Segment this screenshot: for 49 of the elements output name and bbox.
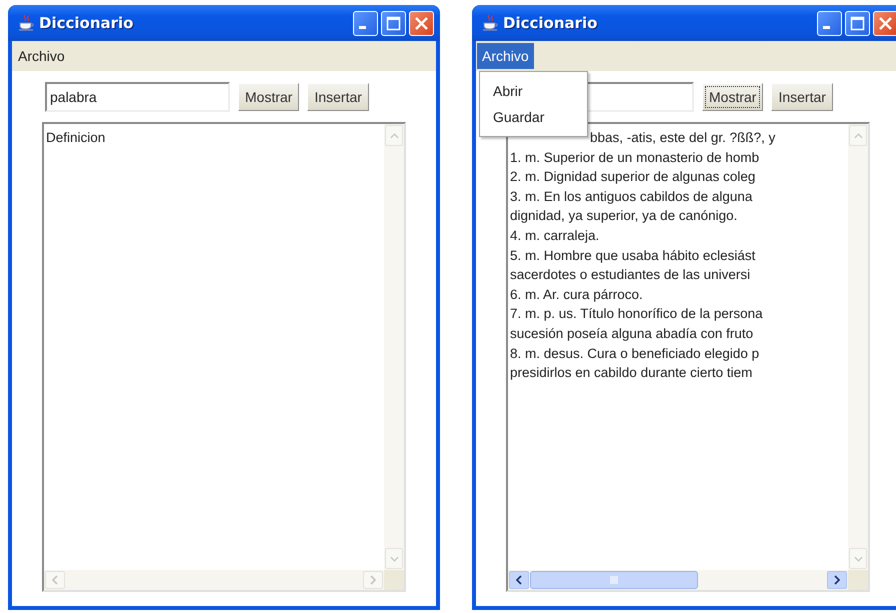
action-button[interactable]: Insertar [307, 83, 369, 111]
chevron-left-icon [516, 575, 522, 585]
definition-line: Definicion [46, 129, 106, 147]
chevron-left-icon [52, 575, 58, 585]
scroll-left-button[interactable] [509, 571, 529, 589]
minimize-button[interactable] [817, 10, 842, 36]
grip-icon [610, 576, 618, 584]
definition-line: 6. m. Ar. cura párroco. [510, 286, 644, 304]
maximize-button[interactable] [845, 10, 870, 36]
definition-line: 4. m. carraleja. [510, 226, 600, 245]
coffee-cup-icon [18, 14, 34, 32]
definition-line: 7. m. p. us. Título honorífico de la persona [510, 305, 764, 324]
chevron-down-icon [390, 556, 398, 562]
scrollbar-thumb[interactable] [530, 571, 698, 589]
definition-line: 2. m. Dignidad superior de algunas coleg [510, 168, 756, 186]
word-input-field[interactable]: palabra [45, 82, 230, 112]
definition-line: presidirlos en cabildo durante cierto tiem [510, 364, 754, 382]
definition-line: 8. m. desus. Cura o beneficiado elegido p [510, 344, 760, 363]
minimize-icon [823, 26, 830, 28]
menu-item[interactable]: Archivo [13, 43, 70, 69]
definition-line: 1. m. Superior de un monasterio de homb [510, 148, 760, 167]
action-button[interactable]: Mostrar [238, 83, 300, 111]
definition-line: 3. m. En los antiguos cabildos de alguna [510, 188, 754, 206]
minimize-button[interactable] [353, 10, 378, 36]
chevron-down-icon [854, 556, 862, 562]
scrollbar-corner [384, 570, 404, 590]
chevron-right-icon [834, 575, 840, 585]
close-button[interactable] [873, 10, 896, 36]
window-title: Diccionario [39, 14, 134, 32]
menu-item[interactable]: Archivo [477, 43, 534, 69]
maximize-button[interactable] [381, 10, 406, 36]
menu-item[interactable]: Abrir [480, 79, 587, 103]
definition-line: sacerdotes o estudiantes de las universi [510, 266, 752, 284]
window-title: Diccionario [503, 14, 598, 32]
definition-line: 5. m. Hombre que usaba hábito eclesiást [510, 246, 756, 265]
chevron-up-icon [390, 132, 398, 138]
scrollbar-corner [848, 570, 868, 590]
chevron-right-icon [370, 575, 376, 585]
scroll-right-button[interactable] [827, 571, 847, 589]
action-button[interactable]: Mostrar [702, 83, 764, 111]
definition-line: dignidad, ya superior, ya de canónigo. [510, 207, 738, 226]
coffee-cup-icon [482, 14, 498, 32]
minimize-icon [359, 26, 366, 28]
menu-item[interactable]: Guardar [480, 105, 587, 129]
close-button[interactable] [409, 10, 434, 36]
definition-line: bbas, -atis, este del gr. ?ßß?, y [589, 129, 776, 147]
definition-line: sucesión poseía alguna abadía con fruto [510, 324, 754, 343]
chevron-up-icon [854, 132, 862, 138]
action-button[interactable]: Insertar [771, 83, 833, 111]
